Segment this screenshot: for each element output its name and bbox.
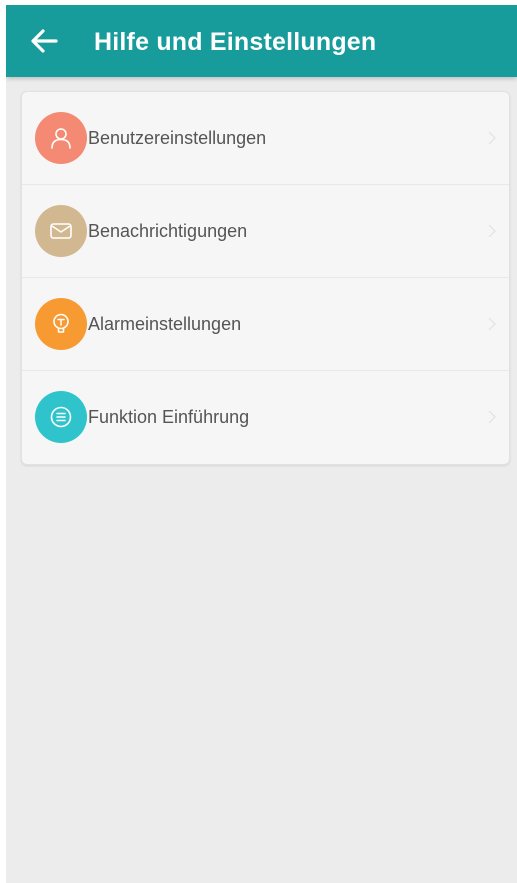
menu-item-alarm-settings[interactable]: Alarmeinstellungen	[22, 278, 509, 371]
settings-menu-card: Benutzereinstellungen Benachrichtigungen	[21, 91, 510, 465]
menu-item-label: Benutzereinstellungen	[88, 128, 267, 148]
app-screen: Hilfe und Einstellungen Benutzereinstell…	[6, 5, 517, 883]
menu-item-notifications[interactable]: Benachrichtigungen	[22, 185, 509, 278]
menu-item-label: Alarmeinstellungen	[88, 314, 242, 334]
user-icon	[35, 112, 87, 164]
page-title: Hilfe und Einstellungen	[94, 28, 377, 56]
chevron-right-icon	[488, 317, 496, 331]
menu-item-label: Funktion Einführung	[88, 407, 250, 427]
app-bar: Hilfe und Einstellungen	[6, 5, 517, 77]
back-button[interactable]	[28, 27, 60, 55]
chevron-right-icon	[488, 224, 496, 238]
chevron-right-icon	[488, 410, 496, 424]
menu-item-user-settings[interactable]: Benutzereinstellungen	[22, 92, 509, 185]
menu-item-feature-introduction[interactable]: Funktion Einführung	[22, 371, 509, 464]
arrow-left-icon	[31, 29, 58, 53]
menu-item-label: Benachrichtigungen	[88, 221, 248, 241]
envelope-icon	[35, 205, 87, 257]
lightbulb-icon	[35, 298, 87, 350]
list-icon	[35, 391, 87, 443]
chevron-right-icon	[488, 131, 496, 145]
